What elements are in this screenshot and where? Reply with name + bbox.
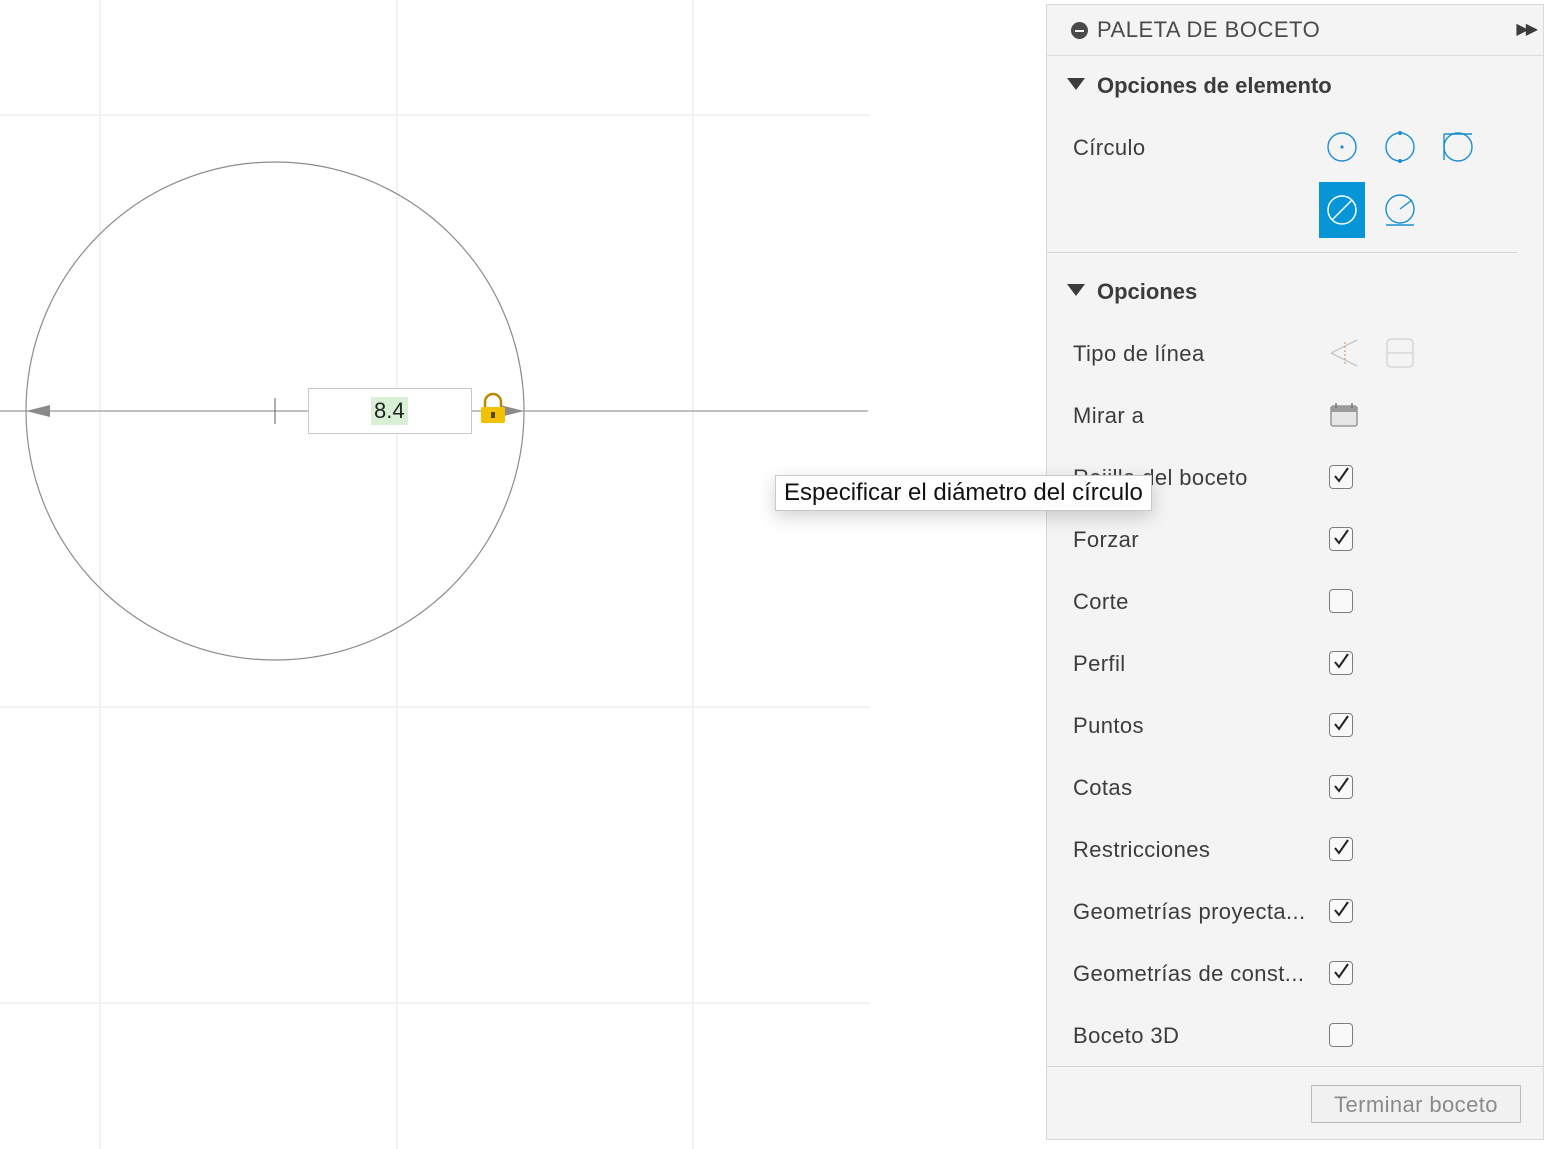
- two-point-circle-button[interactable]: [1377, 119, 1423, 175]
- two-point-circle-icon: [1385, 131, 1415, 163]
- checkmark-icon: [1334, 467, 1349, 483]
- sketch-palette: PALETA DE BOCETO ▶▶ Opciones de elemento…: [1046, 4, 1544, 1140]
- palette-header: PALETA DE BOCETO ▶▶: [1047, 5, 1543, 56]
- checkmark-icon: [1334, 839, 1349, 855]
- sketch-grid: [0, 0, 870, 1149]
- sketch-grid-checkbox[interactable]: [1329, 465, 1353, 489]
- option-label-constraints: Restricciones: [1073, 837, 1211, 862]
- dimensions-checkbox[interactable]: [1329, 775, 1353, 799]
- palette-title: PALETA DE BOCETO: [1097, 17, 1321, 42]
- centerline-linetype-button[interactable]: [1377, 328, 1423, 378]
- section-options-label: Opciones: [1097, 279, 1198, 304]
- option-label-profile: Perfil: [1073, 651, 1126, 676]
- constraints-checkbox[interactable]: [1329, 837, 1353, 861]
- dimension-arrow-left: [26, 405, 50, 417]
- section-element-options[interactable]: Opciones de elemento: [1067, 73, 1332, 99]
- projected-geometry-checkbox[interactable]: [1329, 899, 1353, 923]
- option-label-slice: Corte: [1073, 589, 1129, 614]
- snap-checkbox[interactable]: [1329, 527, 1353, 551]
- circle-label: Círculo: [1073, 135, 1146, 160]
- three-point-circle-icon: [1443, 132, 1473, 162]
- diameter-circle-icon: [1327, 195, 1357, 225]
- checkmark-icon: [1334, 963, 1349, 979]
- center-diameter-circle-icon: [1327, 132, 1357, 162]
- look-at-label: Mirar a: [1073, 403, 1145, 428]
- option-label-3d-sketch: Boceto 3D: [1073, 1023, 1180, 1048]
- option-label-dimensions: Cotas: [1073, 775, 1133, 800]
- look-at-button[interactable]: [1321, 390, 1367, 440]
- section-element-options-label: Opciones de elemento: [1097, 73, 1332, 98]
- diameter-circle-button[interactable]: [1319, 182, 1365, 238]
- section-options[interactable]: Opciones: [1067, 279, 1197, 305]
- palette-footer: Terminar boceto: [1047, 1066, 1543, 1139]
- construction-line-icon: [1330, 339, 1358, 367]
- centerline-icon: [1386, 338, 1414, 368]
- tangent-circle-button[interactable]: [1377, 182, 1423, 238]
- 3d-sketch-checkbox[interactable]: [1329, 1023, 1353, 1047]
- tooltip: Especificar el diámetro del círculo: [775, 475, 1152, 511]
- option-label-points: Puntos: [1073, 713, 1144, 738]
- collapse-icon[interactable]: [1071, 22, 1088, 39]
- option-label-snap: Forzar: [1073, 527, 1139, 552]
- slice-checkbox[interactable]: [1329, 589, 1353, 613]
- option-label-construction-geometry: Geometrías de const...: [1073, 961, 1305, 986]
- center-diameter-circle-button[interactable]: [1319, 119, 1365, 175]
- section-divider: [1047, 252, 1517, 253]
- construction-geometry-checkbox[interactable]: [1329, 961, 1353, 985]
- lock-icon[interactable]: [481, 392, 505, 423]
- triangle-down-icon: [1067, 78, 1085, 90]
- checkmark-icon: [1334, 901, 1349, 917]
- linetype-label: Tipo de línea: [1073, 341, 1205, 366]
- diameter-input[interactable]: 8.4: [308, 388, 472, 434]
- option-label-projected-geometry: Geometrías proyecta...: [1073, 899, 1306, 924]
- construction-linetype-button[interactable]: [1321, 328, 1367, 378]
- checkmark-icon: [1334, 777, 1349, 793]
- look-at-icon: [1330, 403, 1358, 427]
- checkmark-icon: [1334, 653, 1349, 669]
- double-chevron-right-icon[interactable]: ▶▶: [1516, 19, 1538, 39]
- triangle-down-icon: [1067, 284, 1085, 296]
- profile-checkbox[interactable]: [1329, 651, 1353, 675]
- checkmark-icon: [1334, 529, 1349, 545]
- checkmark-icon: [1334, 715, 1349, 731]
- points-checkbox[interactable]: [1329, 713, 1353, 737]
- three-point-circle-button[interactable]: [1435, 119, 1481, 175]
- finish-sketch-button[interactable]: Terminar boceto: [1311, 1085, 1521, 1123]
- tangent-circle-icon: [1385, 194, 1415, 226]
- diameter-value: 8.4: [371, 397, 408, 425]
